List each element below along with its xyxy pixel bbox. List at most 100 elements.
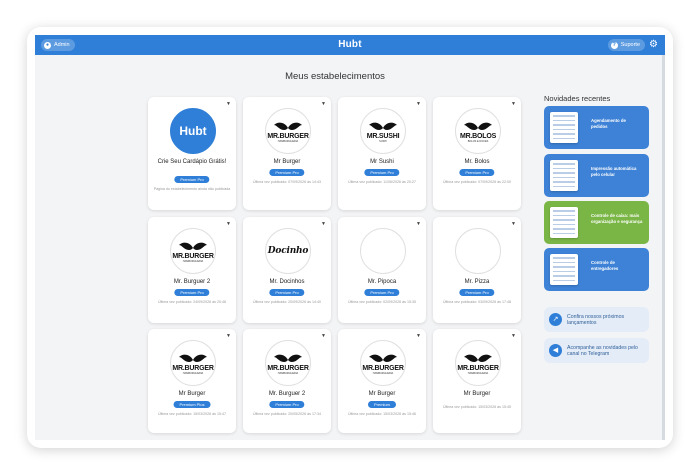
logo-text: MR.SUSHI (366, 133, 400, 140)
plan-badge: Premium Pro (174, 176, 210, 183)
establishment-name: Mr. Pipoca (367, 279, 397, 285)
establishment-name: Mr Burger (463, 391, 491, 397)
news-thumbnail (550, 160, 578, 191)
establishment-logo: MR.BURGER HAMBURGUERIA (170, 340, 216, 386)
card-menu-caret-icon[interactable]: ▼ (511, 101, 516, 107)
logo-subtext: HAMBURGUERIA (182, 372, 204, 375)
mustache-icon (274, 122, 302, 130)
establishment-card[interactable]: ▼ MR.BURGER HAMBURGUERIA Mr Burger Premium P… (243, 97, 331, 210)
plan-badge: Premium Pro (364, 169, 400, 176)
logo-subtext: HAMBURGUERIA (467, 372, 489, 375)
news-card[interactable]: Agendamento de pedidos (544, 106, 649, 149)
plan-badge: Premium Pro (364, 289, 400, 296)
logo-text: MR.BURGER (457, 365, 499, 372)
establishment-card[interactable]: ▼ MR.BURGER HAMBURGUERIA Mr Burger Última ve… (433, 329, 521, 433)
news-thumbnail (550, 254, 578, 285)
establishment-card[interactable]: ▼ Hubt Crie Seu Cardápio Grátis! Premium Pr… (148, 97, 236, 210)
help-icon: ? (610, 41, 618, 49)
logo-subtext: HAMBURGUERIA (277, 372, 299, 375)
establishment-name: Mr. Docinhos (269, 279, 305, 285)
plan-badge: Premium (367, 401, 397, 408)
last-published-text: Última vez publicado: 15/03/2026 às 15:4… (158, 412, 226, 416)
rocket-icon: ↗ (549, 313, 562, 326)
establishment-name: Crie Seu Cardápio Grátis! (157, 159, 227, 165)
establishment-name: Mr Burger (368, 391, 396, 397)
brand-logo: Hubt (338, 39, 362, 50)
news-link-text: Confira nossos próximos lançamentos (567, 313, 625, 326)
establishment-logo: MR.SUSHI SUSHI (360, 108, 406, 154)
establishment-name: Mr Sushi (370, 159, 394, 165)
card-menu-caret-icon[interactable]: ▼ (321, 221, 326, 227)
last-published-text: Página do estabelecimento ainda não publ… (153, 187, 231, 191)
card-menu-caret-icon[interactable]: ▼ (321, 333, 326, 339)
top-bar: ● Admin Hubt ? Suporte ⚙ (35, 35, 665, 55)
logo-subtext: SUSHI (379, 140, 387, 143)
card-menu-caret-icon[interactable]: ▼ (416, 221, 421, 227)
card-menu-caret-icon[interactable]: ▼ (511, 221, 516, 227)
logo-subtext: HAMBURGUERIA (277, 140, 299, 143)
establishment-name: Mr. Bolos (464, 159, 490, 165)
establishment-logo: MR.BURGER HAMBURGUERIA (170, 228, 216, 274)
last-published-text: Última vez publicado: 20/09/2026 às 14:4… (253, 300, 321, 304)
last-published-text: Última vez publicado: 07/09/2026 às 22:0… (443, 180, 511, 184)
establishment-card[interactable]: ▼ MR.SUSHI SUSHI Mr Sushi Premium Pro Última … (338, 97, 426, 210)
news-card-text: Controle de entregadores (591, 260, 619, 271)
mustache-icon (464, 354, 492, 362)
plan-badge: Premium Pro (269, 289, 305, 296)
last-published-text: Última vez publicado: 03/09/2026 às 17:4… (443, 300, 511, 304)
news-link-card[interactable]: ↗ Confira nossos próximos lançamentos (544, 307, 649, 332)
last-published-text: Última vez publicado: 15/03/2026 às 15:4… (443, 405, 511, 409)
news-title: Novidades recentes (544, 94, 611, 103)
news-thumbnail (550, 112, 578, 143)
megaphone-icon: ◀ (549, 344, 562, 357)
news-card[interactable]: Impressão automática pelo celular (544, 154, 649, 197)
card-menu-caret-icon[interactable]: ▼ (416, 101, 421, 107)
logo-subtext: BOLOS E DOCES (467, 140, 489, 143)
last-published-text: Última vez publicado: 02/09/2026 às 15:3… (348, 300, 416, 304)
news-card[interactable]: Controle de entregadores (544, 248, 649, 291)
logo-text: MR.BURGER (362, 365, 404, 372)
card-menu-caret-icon[interactable]: ▼ (321, 101, 326, 107)
establishment-card[interactable]: ▼ MR.BURGER HAMBURGUERIA Mr Burger Premium Úl… (338, 329, 426, 433)
device-frame: ● Admin Hubt ? Suporte ⚙ Meus estabeleci… (27, 27, 673, 448)
establishment-card[interactable]: ▼ MR.BOLOS BOLOS E DOCES Mr. Bolos Premium P… (433, 97, 521, 210)
logo-text: MR.BOLOS (459, 133, 497, 140)
logo-subtext: HAMBURGUERIA (372, 372, 394, 375)
establishment-card[interactable]: ▼ Mr. Pizza Premium Pro Última vez publicad… (433, 217, 521, 323)
last-published-text: Última vez publicado: 11/06/2026 às 20:2… (348, 180, 416, 184)
news-link-card[interactable]: ◀ Acompanhe as novidades pelo canal no Te… (544, 338, 649, 363)
logo-text: MR.BURGER (172, 365, 214, 372)
news-card[interactable]: Controle de caixa: mais organização e se… (544, 201, 649, 244)
card-menu-caret-icon[interactable]: ▼ (226, 333, 231, 339)
card-menu-caret-icon[interactable]: ▼ (416, 333, 421, 339)
logo-text: Docinho (267, 245, 309, 256)
establishment-card[interactable]: ▼ Docinho Mr. Docinhos Premium Pro Última ve… (243, 217, 331, 323)
establishment-name: Mr. Pizza (464, 279, 490, 285)
card-menu-caret-icon[interactable]: ▼ (226, 101, 231, 107)
scrollbar[interactable] (662, 55, 665, 440)
establishment-card[interactable]: ▼ MR.BURGER HAMBURGUERIA Mr. Burguer 2 Premi… (243, 329, 331, 433)
card-menu-caret-icon[interactable]: ▼ (511, 333, 516, 339)
last-published-text: Última vez publicado: 24/09/2026 às 20:4… (158, 300, 226, 304)
establishment-logo (455, 228, 501, 274)
gear-icon[interactable]: ⚙ (648, 39, 659, 50)
establishment-card[interactable]: ▼ MR.BURGER HAMBURGUERIA Mr Burger Premium P… (148, 329, 236, 433)
news-card-text: Agendamento de pedidos (591, 118, 626, 129)
card-menu-caret-icon[interactable]: ▼ (226, 221, 231, 227)
plan-badge: Premium Pro (269, 401, 305, 408)
logo-subtext: HAMBURGUERIA (182, 260, 204, 263)
plan-badge: Premium Pro (269, 169, 305, 176)
logo-text: MR.BURGER (172, 253, 214, 260)
establishment-logo: MR.BURGER HAMBURGUERIA (265, 340, 311, 386)
plan-badge: Premium Plus (173, 401, 211, 408)
establishment-logo: MR.BOLOS BOLOS E DOCES (455, 108, 501, 154)
logo-text: MR.BURGER (267, 133, 309, 140)
app-screen: ● Admin Hubt ? Suporte ⚙ Meus estabeleci… (35, 35, 665, 440)
establishment-card[interactable]: ▼ MR.BURGER HAMBURGUERIA Mr. Burguer 2 Premi… (148, 217, 236, 323)
last-published-text: Última vez publicado: 15/03/2026 às 15:4… (348, 412, 416, 416)
establishment-logo: MR.BURGER HAMBURGUERIA (265, 108, 311, 154)
logo-text: MR.BURGER (267, 365, 309, 372)
support-button[interactable]: ? Suporte (607, 39, 645, 51)
establishment-card[interactable]: ▼ Mr. Pipoca Premium Pro Última vez publica… (338, 217, 426, 323)
establishment-name: Mr Burger (273, 159, 301, 165)
